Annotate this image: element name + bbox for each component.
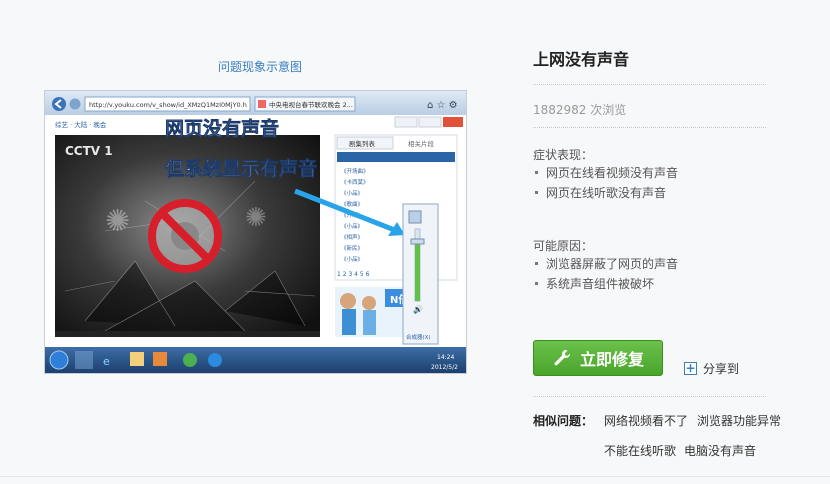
causes-heading: 可能原因： bbox=[533, 239, 594, 253]
related-link[interactable]: 浏览器功能异常 bbox=[697, 412, 781, 429]
start-icon bbox=[49, 350, 69, 370]
address-text: http://v.youku.com/v_show/id_XMzQ1MzI0Mj… bbox=[89, 101, 247, 109]
image-caption[interactable]: 问题现象示意图 bbox=[200, 58, 320, 75]
svg-text:✺: ✺ bbox=[245, 203, 267, 233]
divider bbox=[533, 84, 766, 85]
mute-prohibition-icon bbox=[148, 199, 222, 273]
share-label: 分享到 bbox=[703, 362, 740, 376]
svg-text:剧集列表: 剧集列表 bbox=[349, 139, 376, 148]
causes-list: 浏览器屏蔽了网页的声音 系统声音组件被破坏 bbox=[535, 254, 678, 294]
channel-logo: CCTV 1 bbox=[65, 144, 113, 158]
svg-text:合成器(X): 合成器(X) bbox=[406, 333, 431, 341]
list-item: 系统声音组件被破坏 bbox=[535, 274, 678, 294]
svg-text:《开场曲》: 《开场曲》 bbox=[341, 167, 369, 175]
clock-date: 2012/5/2 bbox=[431, 364, 458, 371]
svg-text:⌂ ☆ ⚙: ⌂ ☆ ⚙ bbox=[427, 100, 458, 111]
related-heading: 相似问题： bbox=[533, 414, 594, 428]
page: 问题现象示意图 http://v.youku.com/v_show/id_XMz… bbox=[0, 0, 830, 484]
bullet-icon bbox=[535, 282, 538, 285]
view-count-number: 1882982 bbox=[533, 103, 587, 117]
overlay-line-1: 网页没有声音 bbox=[165, 117, 279, 140]
svg-text:e: e bbox=[103, 355, 110, 368]
clock-time: 14:24 bbox=[437, 354, 454, 361]
svg-text:中央电视台春节联欢晚会 2...: 中央电视台春节联欢晚会 2... bbox=[269, 100, 353, 109]
symptoms-heading: 症状表现： bbox=[533, 148, 594, 162]
related-link[interactable]: 网络视频看不了 bbox=[604, 412, 688, 429]
symptoms-list: 网页在线看视频没有声音 网页在线听歌没有声音 bbox=[535, 163, 678, 203]
share-button[interactable]: + 分享到 bbox=[684, 360, 739, 377]
repair-now-button[interactable]: 立即修复 bbox=[533, 340, 663, 376]
wrench-icon bbox=[554, 349, 571, 366]
svg-text:《小品》: 《小品》 bbox=[341, 222, 363, 230]
view-count: 1882982 次浏览 bbox=[533, 101, 626, 118]
forward-icon bbox=[69, 98, 81, 110]
list-item: 网页在线听歌没有声音 bbox=[535, 183, 678, 203]
related-link[interactable]: 不能在线听歌 bbox=[604, 442, 676, 459]
footer-divider bbox=[0, 476, 830, 477]
svg-text:🔊: 🔊 bbox=[413, 304, 423, 314]
view-count-suffix: 次浏览 bbox=[586, 103, 627, 117]
repair-now-label: 立即修复 bbox=[579, 350, 644, 369]
svg-text:《新民》: 《新民》 bbox=[341, 244, 363, 252]
svg-text:✺: ✺ bbox=[105, 204, 130, 239]
bullet-icon bbox=[535, 262, 538, 265]
svg-text:《相声》: 《相声》 bbox=[341, 233, 363, 241]
problem-screenshot: http://v.youku.com/v_show/id_XMzQ1MzI0Mj… bbox=[44, 90, 467, 374]
overlay-line-2: 但系统显示有声音 bbox=[165, 157, 317, 180]
plus-icon: + bbox=[684, 361, 697, 375]
bullet-icon bbox=[535, 171, 538, 174]
list-item: 浏览器屏蔽了网页的声音 bbox=[535, 254, 678, 274]
svg-text:《小品》: 《小品》 bbox=[341, 255, 363, 263]
divider bbox=[533, 396, 766, 397]
related-link[interactable]: 电脑没有声音 bbox=[684, 442, 756, 459]
youku-favicon bbox=[258, 100, 266, 108]
screenshot-image: http://v.youku.com/v_show/id_XMzQ1MzI0Mj… bbox=[45, 91, 466, 373]
list-item: 网页在线看视频没有声音 bbox=[535, 163, 678, 183]
divider bbox=[533, 127, 766, 128]
back-icon bbox=[52, 97, 66, 111]
nav-crumb: 综艺 · 大陆 · 晚会 bbox=[55, 120, 107, 129]
svg-text:《卡西莫》: 《卡西莫》 bbox=[341, 178, 369, 186]
svg-text:《小品》: 《小品》 bbox=[341, 189, 363, 197]
bullet-icon bbox=[535, 191, 538, 194]
svg-text:1 2 3 4 5 6: 1 2 3 4 5 6 bbox=[337, 271, 370, 278]
svg-text:相关片段: 相关片段 bbox=[408, 139, 435, 148]
page-title: 上网没有声音 bbox=[533, 50, 630, 69]
svg-text:《歌曲》: 《歌曲》 bbox=[341, 200, 363, 208]
